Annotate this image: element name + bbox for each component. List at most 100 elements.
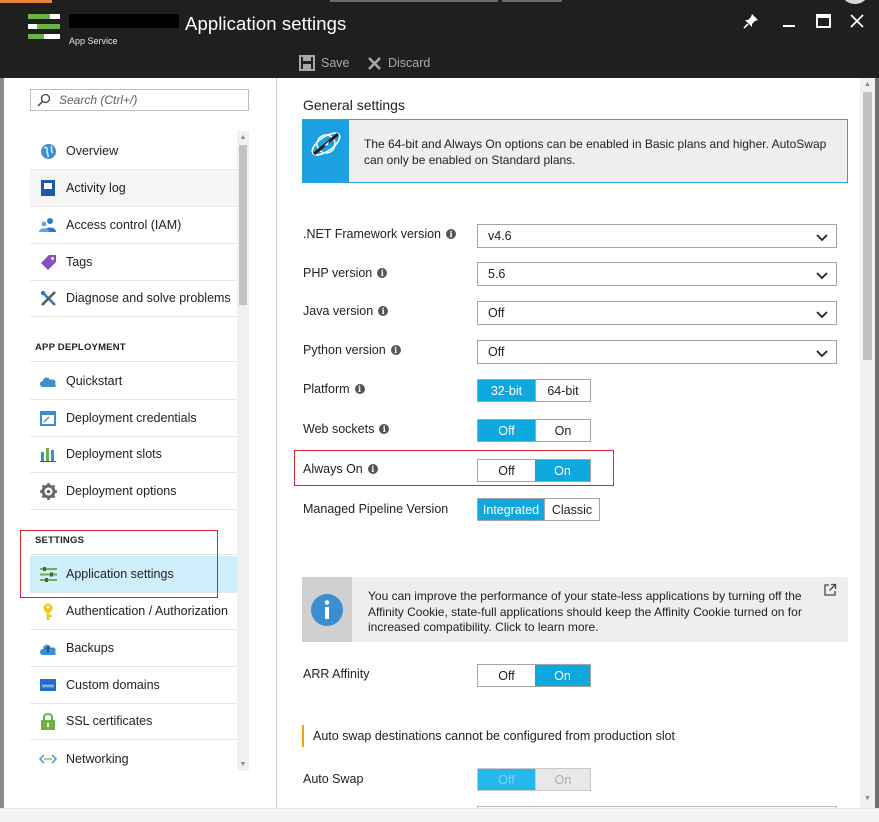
always-on-on-option[interactable]: On [535, 460, 590, 481]
pipeline-classic-option[interactable]: Classic [544, 499, 599, 520]
save-label: Save [321, 56, 350, 70]
command-bar: Save Discard [0, 46, 879, 78]
sidebar-item-activity-log[interactable]: Activity log [30, 170, 237, 207]
auto-swap-off-option: Off [478, 769, 535, 790]
sidebar-item-quickstart[interactable]: Quickstart [30, 363, 237, 400]
scroll-down-icon[interactable]: ▼ [860, 794, 875, 804]
divider [30, 361, 237, 362]
info-icon[interactable]: i [377, 268, 388, 278]
key-icon [39, 602, 57, 620]
info-icon[interactable]: i [354, 384, 365, 394]
autoswap-warning-text: Auto swap destinations cannot be configu… [313, 729, 676, 743]
net-framework-select[interactable]: v4.6 [477, 224, 837, 248]
affinity-notice[interactable]: You can improve the performance of your … [302, 577, 848, 642]
pipeline-integrated-option[interactable]: Integrated [478, 499, 544, 520]
discard-button[interactable]: Discard [367, 54, 430, 72]
web-sockets-on-option[interactable]: On [535, 420, 590, 441]
minimize-icon[interactable] [778, 10, 800, 32]
python-select[interactable]: Off [477, 340, 837, 364]
php-select[interactable]: 5.6 [477, 262, 837, 286]
info-icon[interactable]: i [378, 306, 389, 316]
chevron-down-icon [816, 234, 828, 242]
external-link-icon[interactable] [823, 583, 837, 597]
arr-affinity-toggle[interactable]: Off On [477, 664, 591, 687]
sidebar-item-label: Quickstart [66, 374, 123, 388]
scroll-up-icon[interactable]: ▲ [860, 80, 875, 90]
python-value: Off [488, 345, 505, 359]
scrollbar-thumb[interactable] [863, 92, 872, 360]
scrollbar-thumb[interactable] [239, 145, 247, 305]
redacted-resource-name [69, 14, 179, 28]
plan-notice: The 64-bit and Always On options can be … [302, 119, 848, 183]
save-icon [299, 55, 315, 71]
sidebar-item-label: Overview [66, 144, 119, 158]
discard-label: Discard [388, 56, 431, 70]
save-button[interactable]: Save [299, 54, 350, 72]
arr-affinity-off-option[interactable]: Off [478, 665, 535, 686]
upgrade-icon [303, 120, 349, 182]
menu-scrollbar[interactable]: ▲ ▼ [237, 131, 249, 771]
page-title: Application settings [185, 13, 347, 34]
chevron-down-icon [816, 272, 828, 280]
sidebar-item-deployment-credentials[interactable]: Deployment credentials [30, 400, 237, 437]
sidebar-item-networking[interactable]: Networking [30, 740, 237, 777]
sidebar-item-label: Deployment options [66, 484, 177, 498]
pipeline-toggle[interactable]: Integrated Classic [477, 498, 600, 521]
scroll-down-icon[interactable]: ▼ [237, 760, 249, 770]
svg-text:www: www [42, 684, 54, 690]
sidebar-item-backups[interactable]: Backups [30, 630, 237, 667]
arr-affinity-label: ARR Affinity [303, 667, 370, 681]
sidebar-item-label: Custom domains [66, 678, 160, 692]
section-settings: SETTINGS [35, 535, 85, 546]
autoswap-warning: Auto swap destinations cannot be configu… [302, 725, 675, 747]
info-icon[interactable]: i [367, 464, 378, 474]
web-sockets-toggle[interactable]: Off On [477, 419, 591, 442]
scroll-up-icon[interactable]: ▲ [237, 133, 249, 143]
section-title: General settings [303, 97, 405, 113]
credentials-icon [39, 409, 57, 427]
avatar[interactable] [840, 0, 870, 4]
java-select[interactable]: Off [477, 301, 837, 325]
sidebar-item-custom-domains[interactable]: www Custom domains [30, 667, 237, 704]
sidebar-item-application-settings[interactable]: Application settings [30, 556, 237, 593]
platform-64bit-option[interactable]: 64-bit [535, 380, 590, 401]
sidebar-item-tags[interactable]: Tags [30, 244, 237, 281]
chevron-down-icon [816, 311, 828, 319]
php-label: PHP version i [303, 266, 388, 280]
maximize-icon[interactable] [812, 10, 834, 32]
net-framework-label: .NET Framework version i [303, 227, 456, 241]
platform-toggle[interactable]: 32-bit 64-bit [477, 379, 591, 402]
platform-32bit-option[interactable]: 32-bit [478, 380, 535, 401]
menu-search[interactable] [30, 89, 249, 111]
auto-swap-on-option: On [535, 769, 590, 790]
sidebar-item-authentication[interactable]: Authentication / Authorization [30, 593, 237, 630]
backup-cloud-icon [39, 639, 57, 657]
net-framework-value: v4.6 [488, 229, 512, 243]
always-on-off-option[interactable]: Off [478, 460, 535, 481]
frame-bottom [0, 808, 879, 822]
slots-icon [39, 445, 57, 463]
auto-swap-label: Auto Swap [303, 772, 364, 786]
info-icon[interactable]: i [446, 229, 456, 239]
sidebar-item-ssl-certificates[interactable]: SSL certificates [30, 703, 237, 740]
always-on-toggle[interactable]: Off On [477, 459, 591, 482]
sidebar-item-deployment-slots[interactable]: Deployment slots [30, 436, 237, 473]
search-input[interactable] [59, 93, 239, 107]
close-icon[interactable] [846, 10, 868, 32]
web-sockets-label: Web sockets i [303, 422, 390, 436]
info-icon[interactable]: i [379, 424, 390, 434]
sidebar-item-label: SSL certificates [66, 714, 153, 728]
pin-icon[interactable] [740, 10, 762, 32]
always-on-label: Always On i [303, 462, 378, 476]
panel-scrollbar[interactable]: ▲ ▼ [860, 78, 875, 808]
network-icon [39, 750, 57, 768]
sidebar-item-overview[interactable]: Overview [30, 133, 237, 170]
arr-affinity-on-option[interactable]: On [535, 665, 590, 686]
web-sockets-off-option[interactable]: Off [478, 420, 535, 441]
plan-notice-text: The 64-bit and Always On options can be … [364, 137, 827, 167]
sidebar-item-diagnose[interactable]: Diagnose and solve problems [30, 280, 237, 317]
sidebar-item-access-control[interactable]: Access control (IAM) [30, 207, 237, 244]
info-icon[interactable]: i [390, 345, 401, 355]
settings-sliders-icon [39, 565, 57, 583]
sidebar-item-deployment-options[interactable]: Deployment options [30, 473, 237, 510]
